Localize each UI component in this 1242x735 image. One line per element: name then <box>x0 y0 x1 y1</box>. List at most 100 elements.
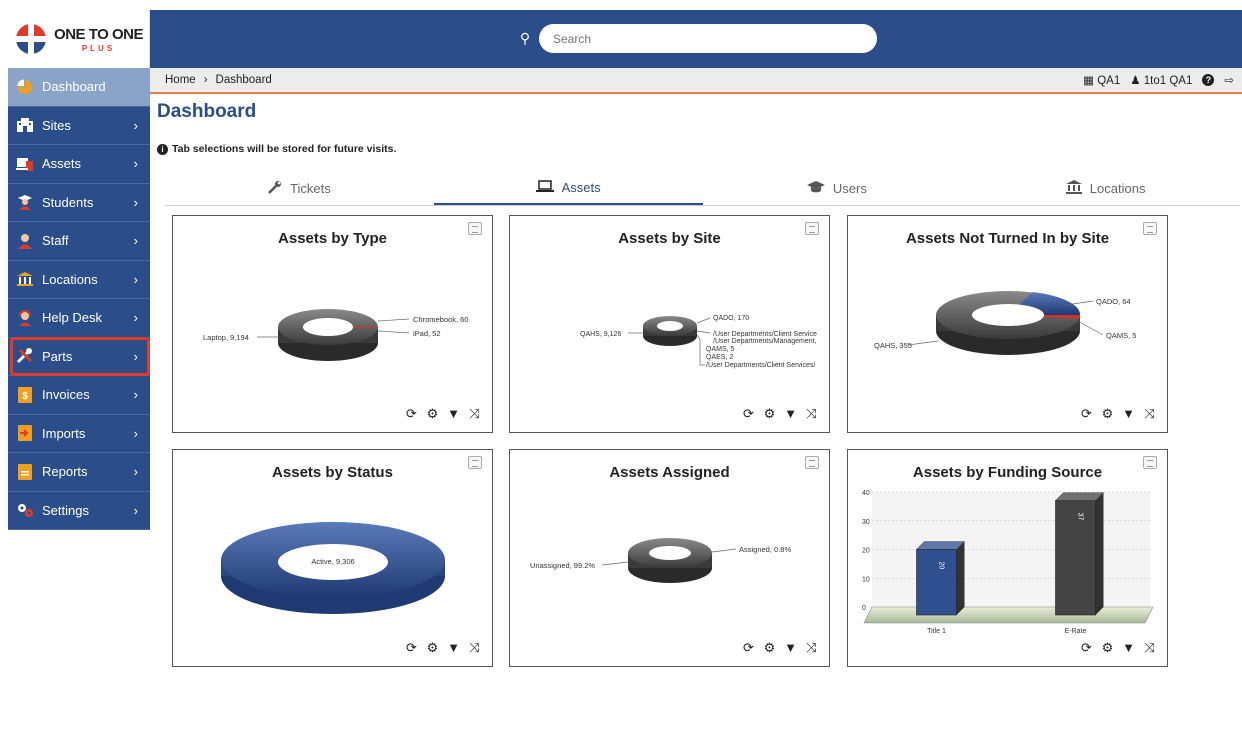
sidebar-item-help-desk[interactable]: Help Desk › <box>8 299 150 338</box>
chevron-right-icon: › <box>133 310 138 326</box>
menu-icon[interactable] <box>805 456 819 469</box>
search-bar: ⚲ <box>517 24 877 53</box>
gear-icon[interactable]: ⚙ <box>425 406 440 422</box>
donut <box>221 522 445 614</box>
chart-actions: ⟳ ⚙ ▼ ⤨ <box>741 406 819 422</box>
tools-icon <box>14 347 36 365</box>
donut <box>643 316 697 346</box>
info-icon: i <box>157 143 168 155</box>
chart-assets-assigned: Unassigned, 99.2% Assigned, 0.8% <box>530 538 791 583</box>
expand-icon[interactable]: ⤨ <box>467 406 482 422</box>
sidebar-item-parts[interactable]: Parts › <box>8 338 150 376</box>
tab-users[interactable]: Users <box>703 172 972 205</box>
expand-icon[interactable]: ⤨ <box>1142 406 1157 422</box>
filter-icon[interactable]: ▼ <box>1121 640 1136 656</box>
tab-tickets[interactable]: Tickets <box>165 172 434 205</box>
sidebar: Dashboard Sites › Assets › Students › St… <box>8 68 150 530</box>
sidebar-item-invoices[interactable]: $ Invoices › <box>8 376 150 415</box>
breadcrumb-current: Dashboard <box>215 74 272 86</box>
expand-icon[interactable]: ⤨ <box>467 640 482 656</box>
data-label: iPad, 52 <box>413 329 441 338</box>
chart-actions: ⟳ ⚙ ▼ ⤨ <box>1079 406 1157 422</box>
refresh-icon[interactable]: ⟳ <box>741 406 756 422</box>
menu-icon[interactable] <box>805 222 819 235</box>
chevron-right-icon: › <box>133 425 138 441</box>
data-label: /User Departments/Management, <box>713 338 817 345</box>
donut <box>628 538 712 583</box>
user-menu[interactable]: ♟ 1to1 QA1 <box>1130 73 1192 87</box>
tab-label: Locations <box>1089 181 1146 196</box>
sidebar-item-label: Imports <box>42 425 86 441</box>
data-label: 20 <box>938 562 945 570</box>
sidebar-item-dashboard[interactable]: Dashboard <box>8 68 150 107</box>
laptop-icon <box>14 155 36 173</box>
sidebar-item-locations[interactable]: Locations › <box>8 261 150 299</box>
sidebar-item-label: Settings <box>42 502 89 518</box>
sidebar-item-settings[interactable]: Settings › <box>8 492 150 530</box>
data-label: Chromebook, 60 <box>413 315 468 324</box>
invoice-icon: $ <box>14 386 36 404</box>
filter-icon[interactable]: ▼ <box>1121 406 1136 422</box>
help-icon[interactable]: ? <box>1202 74 1215 86</box>
user-name: 1to1 QA1 <box>1143 75 1193 87</box>
breadcrumb: Home › Dashboard ▦ QA1 ♟ 1to1 QA1 ? ⇨ <box>150 68 1242 94</box>
sidebar-item-imports[interactable]: Imports › <box>8 415 150 453</box>
bar-top <box>1054 492 1105 501</box>
refresh-icon[interactable]: ⟳ <box>1079 406 1094 422</box>
breadcrumb-home[interactable]: Home <box>165 74 196 86</box>
tab-assets[interactable]: Assets <box>433 172 703 205</box>
chevron-right-icon: › <box>133 194 138 210</box>
bar[interactable]: 37 <box>1054 492 1105 616</box>
building-icon <box>14 116 36 134</box>
sidebar-item-staff[interactable]: Staff › <box>8 222 150 261</box>
expand-icon[interactable]: ⤨ <box>804 640 819 656</box>
graduation-cap-icon <box>806 180 825 197</box>
refresh-icon[interactable]: ⟳ <box>404 406 419 422</box>
refresh-icon[interactable]: ⟳ <box>1079 640 1094 656</box>
sidebar-item-label: Parts <box>42 348 73 364</box>
data-label: /User Departments/Client Services/ <box>706 362 815 369</box>
gear-icon[interactable]: ⚙ <box>1100 406 1115 422</box>
gear-icon[interactable]: ⚙ <box>425 640 440 656</box>
sidebar-item-sites[interactable]: Sites › <box>8 107 150 145</box>
bar[interactable]: 20 <box>915 541 966 616</box>
donut <box>936 291 1081 355</box>
refresh-icon[interactable]: ⟳ <box>404 640 419 656</box>
gear-icon[interactable]: ⚙ <box>762 406 777 422</box>
data-label: QAMS, 5 <box>706 346 735 353</box>
tab-locations[interactable]: Locations <box>971 172 1240 205</box>
chart-card: Assets Assigned Unassigned, 99.2% Assign… <box>509 449 830 667</box>
logo-icon <box>16 24 47 54</box>
menu-icon[interactable] <box>468 456 482 469</box>
menu-icon[interactable] <box>1143 222 1157 235</box>
site-selector[interactable]: ▦ QA1 <box>1083 73 1120 87</box>
gear-icon[interactable]: ⚙ <box>762 640 777 656</box>
gear-icon[interactable]: ⚙ <box>1100 640 1115 656</box>
logo[interactable]: ONE TO ONE PLUS <box>8 10 150 68</box>
chart-card: Assets Not Turned In by Site QAHS, 355 Q… <box>847 215 1168 433</box>
svg-text:$: $ <box>22 391 28 402</box>
menu-icon[interactable] <box>468 222 482 235</box>
menu-icon[interactable] <box>1143 456 1157 469</box>
chart-card: Assets by Funding Source 40 30 20 10 0 20 37 … <box>847 449 1168 667</box>
filter-icon[interactable]: ▼ <box>783 640 798 656</box>
sidebar-item-assets[interactable]: Assets › <box>8 145 150 184</box>
filter-icon[interactable]: ▼ <box>783 406 798 422</box>
bar-side <box>956 541 965 615</box>
sidebar-item-students[interactable]: Students › <box>8 184 150 222</box>
expand-icon[interactable]: ⤨ <box>804 406 819 422</box>
logout-icon[interactable]: ⇨ <box>1224 73 1234 87</box>
tab-label: Users <box>832 181 867 196</box>
expand-icon[interactable]: ⤨ <box>1142 640 1157 656</box>
refresh-icon[interactable]: ⟳ <box>741 640 756 656</box>
filter-icon[interactable]: ▼ <box>446 406 461 422</box>
pie-icon <box>14 78 36 96</box>
data-label: Active, 9,306 <box>311 557 354 566</box>
sidebar-item-label: Dashboard <box>42 79 106 95</box>
search-icon[interactable]: ⚲ <box>517 30 533 47</box>
user-icon: ♟ <box>1130 75 1141 87</box>
sidebar-item-reports[interactable]: Reports › <box>8 453 150 492</box>
filter-icon[interactable]: ▼ <box>446 640 461 656</box>
person-icon <box>14 232 36 250</box>
search-input[interactable] <box>539 24 877 53</box>
